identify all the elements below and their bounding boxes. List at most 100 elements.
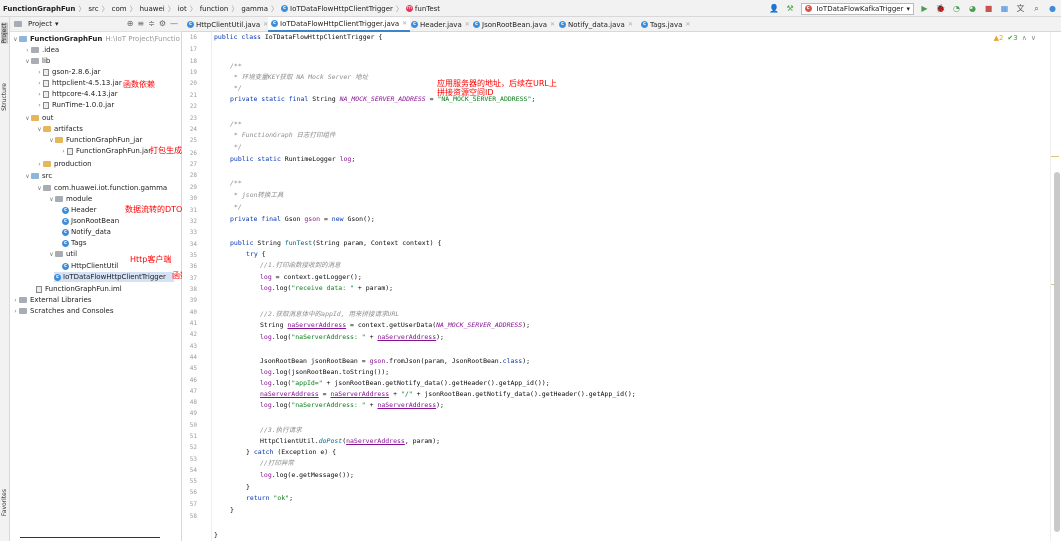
line-number-gutter: 16 17 18 19 20 21 22 23 24 25 26 27 28 29 30 31 32 33 34 35… (182, 32, 212, 541)
warning-count: ▲2 (993, 34, 1004, 42)
locate-icon[interactable]: ⊕ (127, 19, 134, 28)
breadcrumb-project[interactable]: FunctionGraphFun (3, 5, 75, 13)
tree-item[interactable]: c Tags (62, 238, 87, 248)
code-line: //1.打印函数接收到的消息 (260, 261, 341, 269)
method-icon: m (405, 5, 413, 12)
tab-notify-data[interactable]: c Notify_data.java ✕ (556, 17, 636, 32)
scrollbar-thumb[interactable] (1054, 172, 1060, 532)
translate-icon[interactable]: 文 (1015, 3, 1026, 14)
line-number: 44 (189, 354, 197, 361)
tree-item[interactable]: c Notify_data (62, 227, 111, 237)
breadcrumb-com[interactable]: com (112, 5, 127, 13)
line-number: 41 (189, 320, 197, 327)
tree-item[interactable]: › gson-2.8.6.jar (36, 67, 100, 77)
tree-item[interactable]: FunctionGraphFun.iml (36, 284, 122, 294)
breadcrumb-gamma[interactable]: gamma (241, 5, 268, 13)
tree-item[interactable]: c HttpClientUtil (62, 261, 118, 271)
tree-item[interactable]: › .idea (24, 45, 59, 55)
jar-icon (43, 79, 49, 87)
tree-item[interactable]: c Header (62, 205, 97, 215)
tree-item[interactable]: › FunctionGraphFun.jar (60, 146, 151, 156)
breadcrumb-huawei[interactable]: huawei (140, 5, 165, 13)
tree-item[interactable]: › production (36, 159, 91, 169)
line-number: 47 (189, 388, 197, 395)
tree-item[interactable]: ∨ FunctionGraphFun_jar (48, 135, 142, 145)
search-icon[interactable]: ⌕ (1031, 3, 1042, 14)
update-icon[interactable]: ● (1047, 3, 1058, 14)
line-number: 38 (189, 286, 197, 293)
user-icon[interactable]: 👤 (769, 3, 780, 14)
gear-icon[interactable]: ⚙ (159, 19, 166, 28)
coverage-icon[interactable]: ◔ (951, 3, 962, 14)
breadcrumb-class[interactable]: IoTDataFlowHttpClientTrigger (290, 5, 393, 13)
tree-item[interactable]: ∨ module (48, 194, 92, 204)
annotation-dto: 数据流转的DTO (125, 205, 183, 214)
build-hammer-icon[interactable]: ⚒ (785, 3, 796, 14)
breadcrumb-function[interactable]: function (200, 5, 229, 13)
tree-item[interactable]: ∨ artifacts (36, 124, 83, 134)
close-icon[interactable]: ✕ (685, 21, 690, 28)
inspection-widget[interactable]: ▲2 ✔3 ∧ ∨ (994, 34, 1036, 42)
collapse-all-icon[interactable]: ≑ (148, 19, 155, 28)
tree-item[interactable]: ∨ out (24, 113, 53, 123)
tab-header[interactable]: c Header.java ✕ (408, 17, 473, 32)
chevron-down-icon[interactable]: ∨ (1031, 34, 1036, 42)
breadcrumb-method[interactable]: funTest (415, 5, 440, 13)
line-number: 22 (189, 103, 197, 110)
run-configuration-select[interactable]: c IoTDataFlowKafkaTrigger ▾ (800, 2, 914, 15)
tree-item[interactable]: c JsonRootBean (62, 216, 119, 226)
tree-item[interactable]: ∨ lib (24, 56, 50, 66)
tree-item[interactable]: › httpclient-4.5.13.jar (36, 78, 121, 88)
tree-item[interactable]: ∨ src (24, 171, 52, 181)
tab-iotdataflowhttpclienttrigger[interactable]: c IoTDataFlowHttpClientTrigger.java ✕ (268, 17, 411, 32)
chevron-up-icon[interactable]: ∧ (1022, 34, 1027, 42)
hide-icon[interactable]: — (170, 19, 178, 28)
code-line: public static RuntimeLogger log; (230, 155, 356, 163)
tree-item-selected[interactable]: c IoTDataFlowHttpClientTrigger (54, 272, 174, 282)
package-icon (43, 185, 51, 191)
line-number: 36 (189, 263, 197, 270)
project-view-selector[interactable]: Project ▾ (14, 20, 58, 28)
horizontal-scrollbar[interactable] (20, 537, 160, 538)
code-line: return "ok"; (246, 494, 293, 502)
close-icon[interactable]: ✕ (628, 21, 633, 28)
structure-tool-button[interactable]: Structure (1, 83, 8, 111)
tree-item[interactable]: › External Libraries (12, 295, 91, 305)
chevron-down-icon: ▾ (906, 4, 910, 13)
breadcrumb-src[interactable]: src (88, 5, 98, 13)
tab-httpclientutil[interactable]: c HttpClientUtil.java ✕ (184, 17, 271, 32)
tree-item[interactable]: › RunTime-1.0.0.jar (36, 100, 114, 110)
line-number: 48 (189, 399, 197, 406)
tree-item[interactable]: › Scratches and Consoles (12, 306, 113, 316)
stop-icon[interactable]: ■ (983, 3, 994, 14)
tree-item[interactable]: ∨ util (48, 249, 77, 259)
tab-jsonrootbean[interactable]: c JsonRootBean.java ✕ (470, 17, 558, 32)
line-number: 24 (189, 126, 197, 133)
tab-tags[interactable]: c Tags.java ✕ (638, 17, 693, 32)
line-number: 46 (189, 377, 197, 384)
folder-icon (31, 47, 39, 53)
tree-item[interactable]: ∨ FunctionGraphFun H:\IoT Project\Functio (12, 34, 180, 44)
class-icon: c (271, 20, 278, 27)
code-line: HttpClientUtil.doPost(naServerAddress, p… (260, 437, 441, 445)
favorites-tool-button[interactable]: Favorites (1, 489, 8, 516)
line-number: 21 (189, 92, 197, 99)
editor-tabs: c HttpClientUtil.java ✕ c IoTDataFlowHttpCl… (182, 17, 1061, 32)
vertical-scrollbar[interactable] (1050, 32, 1061, 541)
close-icon[interactable]: ✕ (402, 20, 407, 27)
code-editor[interactable]: ▲2 ✔3 ∧ ∨ 应用服务器的地址，后续在URL上 拼接资源空间ID publ… (212, 32, 1050, 541)
tree-item[interactable]: ∨ com.huawei.iot.function.gamma (36, 183, 167, 193)
close-icon[interactable]: ✕ (550, 21, 555, 28)
project-tool-button[interactable]: Project (1, 23, 8, 44)
line-number: 35 (189, 252, 197, 259)
profile-icon[interactable]: ◕ (967, 3, 978, 14)
expand-all-icon[interactable]: ≡ (137, 19, 144, 28)
debug-icon[interactable]: 🐞 (935, 3, 946, 14)
project-structure-icon[interactable]: ▦ (999, 3, 1010, 14)
tree-item[interactable]: › httpcore-4.4.13.jar (36, 89, 117, 99)
line-number: 55 (189, 478, 197, 485)
line-number: 34 (189, 241, 197, 248)
run-icon[interactable]: ▶ (919, 3, 930, 14)
code-line: * FunctionGraph 日志打印组件 (230, 131, 336, 139)
breadcrumb-iot[interactable]: iot (178, 5, 187, 13)
